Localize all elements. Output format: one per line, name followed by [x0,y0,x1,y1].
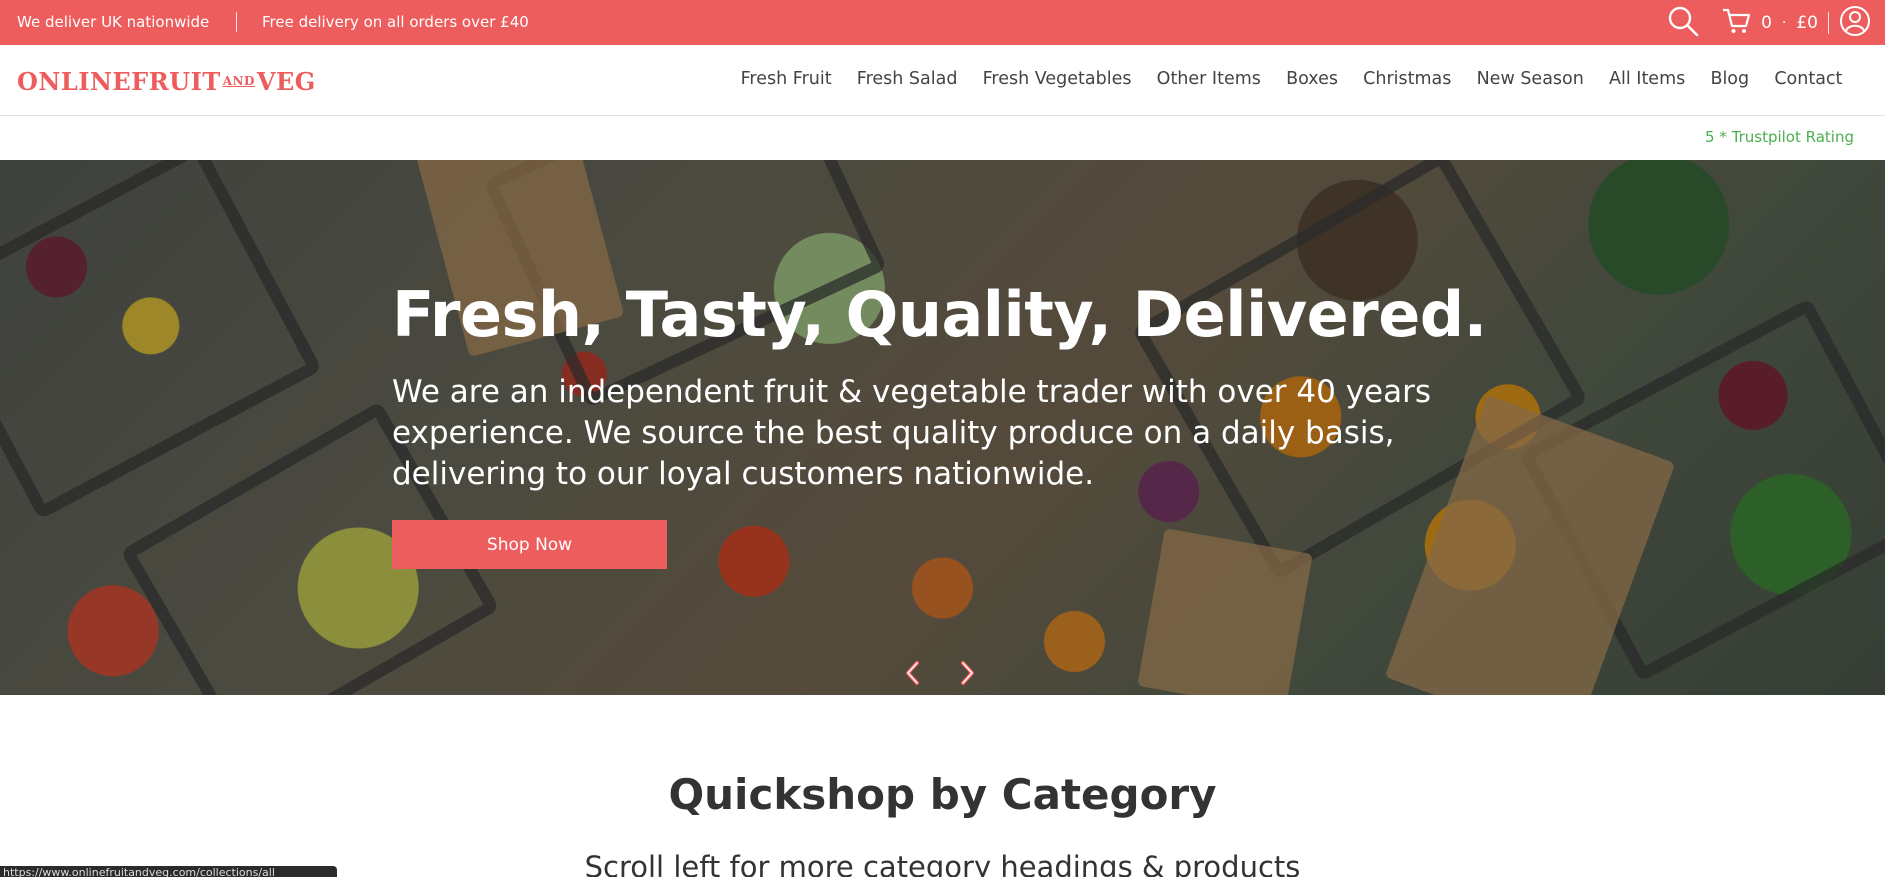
nav-fresh-fruit[interactable]: Fresh Fruit [728,69,844,89]
hero-title: Fresh, Tasty, Quality, Delivered. [392,278,1487,351]
hero-description: We are an independent fruit & vegetable … [392,374,1432,492]
announcement-bar: We deliver UK nationwide Free delivery o… [0,0,1885,45]
cart-count[interactable]: 0 [1761,13,1772,33]
quickshop-title: Quickshop by Category [668,770,1217,819]
logo-text-part2: VEG [256,67,316,96]
cart-icon[interactable] [1721,6,1751,40]
announcement-divider [236,12,237,32]
site-header: ONLINEFRUIT ANDVEG Fresh Fruit Fresh Sala… [0,45,1885,116]
nav-new-season[interactable]: New Season [1464,69,1596,89]
cart-separator: · [1781,14,1787,31]
nav-boxes[interactable]: Boxes [1273,69,1350,89]
user-icon[interactable] [1839,5,1871,41]
logo-text-and: AND [222,74,255,88]
trustpilot-rating-link[interactable]: 5 * Trustpilot Rating [1705,128,1854,146]
nav-fresh-vegetables[interactable]: Fresh Vegetables [970,69,1144,89]
hero-slideshow: Fresh, Tasty, Quality, Delivered. We are… [0,160,1885,695]
nav-all-items[interactable]: All Items [1596,69,1697,89]
nav-christmas[interactable]: Christmas [1351,69,1464,89]
announcement-message-delivery: We deliver UK nationwide [17,13,210,31]
site-logo[interactable]: ONLINEFRUIT ANDVEG [17,67,316,96]
search-icon[interactable] [1667,5,1699,41]
logo-text-part1: ONLINEFRUIT [17,67,221,96]
nav-blog[interactable]: Blog [1698,69,1762,89]
nav-fresh-salad[interactable]: Fresh Salad [844,69,970,89]
tools-divider [1828,11,1829,34]
announcement-message-free-delivery: Free delivery on all orders over £40 [262,13,529,31]
header-tools: 0 · £0 [1667,0,1871,45]
status-bar-url: https://www.onlinefruitandveg.com/collec… [0,866,337,877]
shop-now-button[interactable]: Shop Now [392,520,667,569]
main-nav: Fresh Fruit Fresh Salad Fresh Vegetables… [728,69,1855,89]
nav-contact[interactable]: Contact [1762,69,1855,89]
chevron-right-icon[interactable] [954,660,980,686]
trustpilot-bar: 5 * Trustpilot Rating [0,116,1885,160]
cart-total[interactable]: £0 [1796,13,1818,33]
chevron-left-icon[interactable] [900,660,926,686]
nav-other-items[interactable]: Other Items [1144,69,1273,89]
